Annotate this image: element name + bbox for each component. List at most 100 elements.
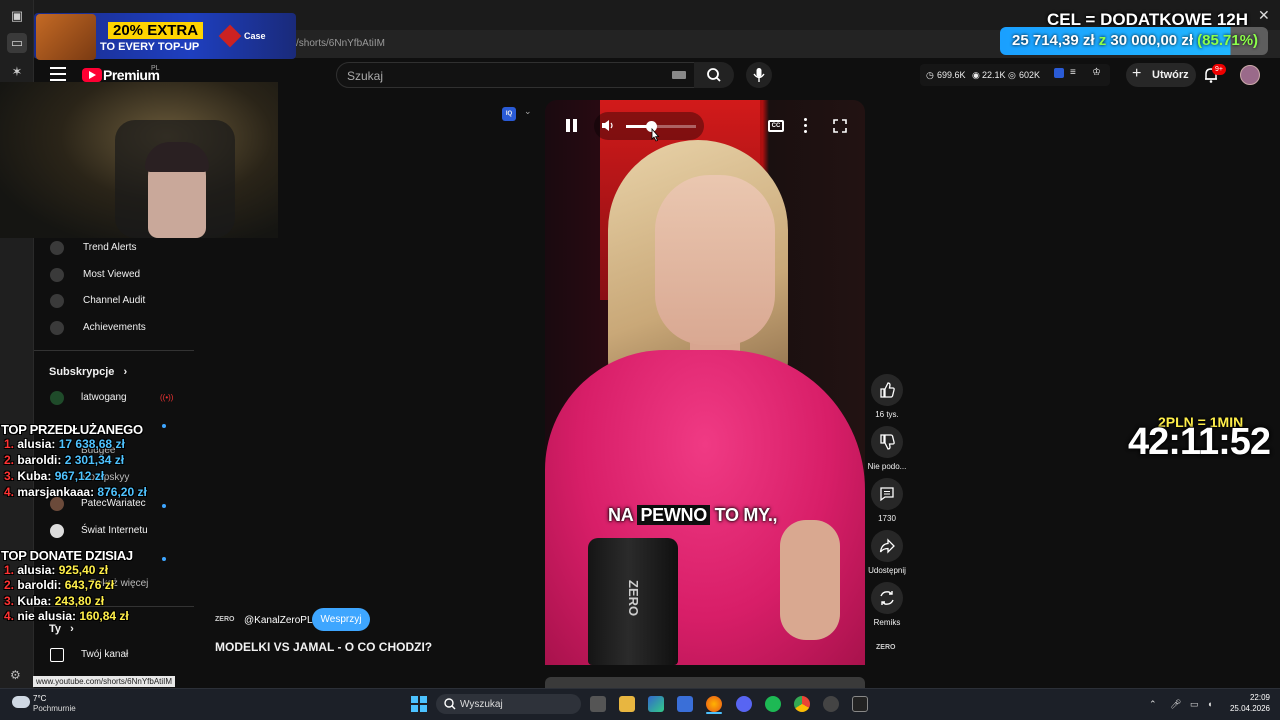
- amount: 876,20 zł: [97, 485, 147, 499]
- speaker-icon[interactable]: ◖: [1207, 699, 1217, 709]
- file-explorer-icon[interactable]: [619, 696, 635, 712]
- edge-icon[interactable]: [648, 696, 664, 712]
- subathon-timer: 42:11:52: [1128, 421, 1271, 463]
- sidebar-item-subscription[interactable]: latwogang ((•)): [50, 389, 190, 409]
- like-count: 16 tys.: [875, 410, 899, 419]
- create-button[interactable]: + Utwórz: [1126, 63, 1196, 87]
- region-code: PL: [151, 65, 160, 72]
- share-button[interactable]: [871, 530, 903, 562]
- comment-count: 1730: [878, 514, 896, 523]
- pause-button[interactable]: [563, 117, 581, 135]
- overlay-entry: 1. alusia: 17 638,68 zł: [4, 437, 125, 451]
- volume-icon[interactable]: [601, 119, 614, 132]
- clock-time[interactable]: 22:09: [1236, 693, 1270, 702]
- channel-sound-logo[interactable]: ZERO: [876, 644, 895, 651]
- video-subject-face: [655, 175, 775, 345]
- cloud-icon[interactable]: [12, 696, 30, 708]
- windows-icon: [420, 696, 427, 703]
- windows-icon: [411, 696, 418, 703]
- voice-search-button[interactable]: [746, 62, 772, 88]
- next-video-preview[interactable]: [545, 677, 865, 688]
- support-button[interactable]: Wesprzyj: [312, 608, 370, 631]
- rank: 3.: [4, 594, 15, 608]
- epic-games-icon[interactable]: [852, 696, 868, 712]
- sidebar-item-achievements[interactable]: Achievements: [50, 319, 190, 339]
- channel-logo[interactable]: ZERO: [215, 616, 234, 623]
- sidebar-item-subscription[interactable]: Świat Internetu: [50, 522, 190, 542]
- microphone-icon: [753, 68, 765, 82]
- goal-separator: z: [1098, 32, 1107, 49]
- subs-count: 602K: [1019, 70, 1041, 80]
- remix-button[interactable]: [871, 582, 903, 614]
- views-icon: ◷: [926, 70, 934, 80]
- you-heading[interactable]: Ty ›: [49, 623, 74, 635]
- youtube-logo-icon[interactable]: [82, 68, 102, 82]
- address-url[interactable]: /shorts/6NnYfbAtiIM: [296, 38, 385, 49]
- search-button[interactable]: [694, 62, 734, 88]
- promo-headline: 20% EXTRA: [108, 22, 204, 39]
- chevron-up-icon[interactable]: ⌃: [1149, 699, 1159, 709]
- gear-icon[interactable]: ⚙: [10, 668, 21, 682]
- menu-icon[interactable]: [50, 67, 66, 81]
- extension-logo-icon[interactable]: [1054, 68, 1064, 78]
- remix-icon: [880, 591, 894, 605]
- more-options-icon[interactable]: [803, 118, 809, 134]
- task-view-icon[interactable]: [590, 696, 606, 712]
- amount: 643,76 zł: [64, 578, 115, 592]
- sidebar-item-label: Achievements: [83, 322, 146, 333]
- start-button[interactable]: [411, 696, 427, 712]
- subtitle-word: NA: [608, 505, 633, 525]
- firefox-icon[interactable]: [706, 696, 722, 712]
- active-tab-icon[interactable]: ▭: [7, 33, 27, 53]
- copilot-icon[interactable]: ✶: [7, 62, 27, 82]
- most-viewed-icon: [50, 268, 64, 282]
- search-icon: [444, 698, 456, 710]
- sidebar-item-label: Trend Alerts: [83, 242, 137, 253]
- rank: 4.: [4, 609, 15, 623]
- dislike-button[interactable]: [871, 426, 903, 458]
- discord-icon[interactable]: [736, 696, 752, 712]
- subtitle-highlight: PEWNO: [637, 505, 710, 525]
- avatar[interactable]: [1240, 65, 1260, 85]
- weather-temperature[interactable]: 7°C: [33, 694, 46, 703]
- sidebar-item-your-channel[interactable]: Twój kanał: [50, 646, 190, 666]
- microphone-icon[interactable]: 🎤︎: [1170, 699, 1181, 709]
- search-input[interactable]: [336, 62, 696, 88]
- extension-dock-button[interactable]: IQ ⌄: [500, 104, 538, 124]
- sidebar-item-channel-audit[interactable]: Channel Audit: [50, 292, 190, 312]
- donor-name: alusia:: [17, 563, 56, 577]
- new-content-dot: [162, 557, 166, 561]
- captions-button[interactable]: CC: [768, 120, 784, 132]
- pause-icon: [573, 119, 577, 132]
- like-button[interactable]: [871, 374, 903, 406]
- webcam-hair: [145, 142, 209, 172]
- pause-icon: [566, 119, 570, 132]
- amount: 243,80 zł: [54, 594, 105, 608]
- overlay-top-today-heading: TOP DONATE DZISIAJ: [1, 548, 133, 563]
- chrome-icon[interactable]: [794, 696, 810, 712]
- sidebar-item-trend-alerts[interactable]: Trend Alerts: [50, 239, 190, 259]
- spotify-icon[interactable]: [765, 696, 781, 712]
- obs-icon[interactable]: [823, 696, 839, 712]
- subscriptions-heading[interactable]: Subskrypcje ›: [49, 366, 127, 378]
- store-icon[interactable]: [677, 696, 693, 712]
- video-subtitle: NA PEWNO TO MY.,: [608, 505, 778, 526]
- stats-extension[interactable]: ◷ 699.6K ◉ 22.1K ◎ 602K ≡ ♔: [920, 64, 1110, 86]
- list-icon[interactable]: ≡: [1070, 67, 1076, 78]
- sidebar-item-most-viewed[interactable]: Most Viewed: [50, 266, 190, 286]
- trophy-icon[interactable]: ♔: [1092, 67, 1101, 78]
- keyboard-icon[interactable]: [672, 71, 686, 79]
- taskbar-search[interactable]: [436, 694, 581, 714]
- channel-handle[interactable]: @KanalZeroPL: [244, 615, 313, 626]
- workspaces-icon[interactable]: ▣: [7, 6, 27, 26]
- weather-description[interactable]: Pochmurnie: [33, 704, 76, 713]
- donor-name: nie alusia:: [17, 609, 77, 623]
- video-title[interactable]: MODELKI VS JAMAL - O CO CHODZI?: [215, 640, 432, 654]
- goal-percent: (85.71%): [1197, 32, 1259, 49]
- fullscreen-icon[interactable]: [833, 119, 847, 133]
- network-icon[interactable]: ▭: [1190, 699, 1200, 709]
- overlay-entry: 2. baroldi: 643,76 zł: [4, 578, 114, 592]
- clock-date[interactable]: 25.04.2026: [1226, 704, 1270, 713]
- close-icon[interactable]: ✕: [1258, 7, 1270, 24]
- comments-button[interactable]: [871, 478, 903, 510]
